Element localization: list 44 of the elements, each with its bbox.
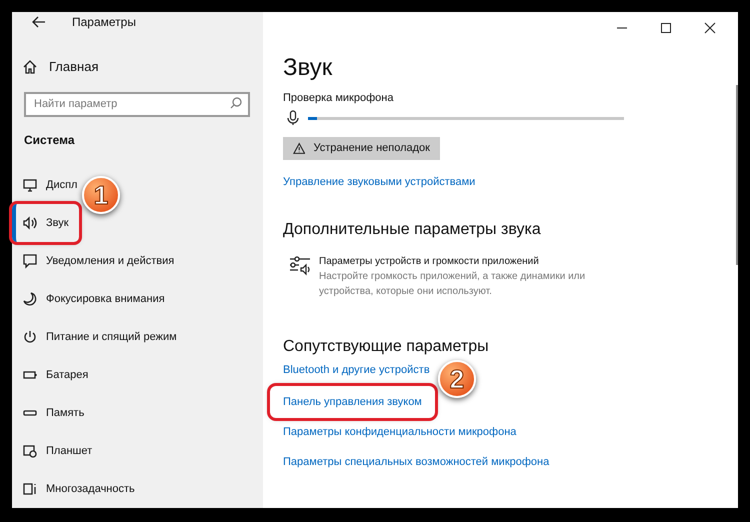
- number-badge: 2: [438, 360, 476, 398]
- sidebar-item[interactable]: Фокусировка внимания: [12, 280, 165, 318]
- sidebar-item[interactable]: Планшет: [12, 432, 92, 470]
- maximize-icon: [660, 22, 672, 34]
- close-icon: [704, 22, 716, 34]
- related-link[interactable]: Параметры конфиденциальности микрофона: [270, 422, 516, 442]
- section-heading: Система: [23, 132, 76, 149]
- speaker-icon: [22, 215, 38, 231]
- sidebar-item[interactable]: Уведомления и действия: [12, 242, 174, 280]
- multitask-icon: [22, 481, 38, 497]
- related-link[interactable]: Панель управления звуком: [270, 386, 435, 418]
- scrollbar[interactable]: [736, 85, 738, 265]
- field-label: Проверка микрофона: [283, 90, 394, 106]
- manage-devices-link[interactable]: Управление звуковыми устройствами: [283, 173, 476, 191]
- sidebar-item[interactable]: Диспл: [12, 166, 78, 204]
- page-title: Звук: [283, 54, 334, 82]
- related-link[interactable]: Bluetooth и другие устройств: [270, 360, 430, 380]
- sidebar-item[interactable]: Питание и спящий режим: [12, 318, 177, 356]
- tablet-icon: [22, 443, 38, 459]
- sidebar-item[interactable]: Память: [12, 394, 84, 432]
- home-link[interactable]: Главная: [12, 48, 98, 86]
- related-link[interactable]: Параметры специальных возможностей микрофона: [270, 452, 550, 472]
- sliders-speaker-icon: [289, 254, 311, 276]
- search-icon: [230, 97, 242, 109]
- sidebar-item[interactable]: Многозадачность: [12, 470, 135, 508]
- power-icon: [22, 329, 38, 345]
- warning-icon: [293, 142, 306, 155]
- sidebar-item[interactable]: Звук: [12, 204, 79, 242]
- number-badge: 1: [82, 176, 120, 214]
- window-title: Параметры: [72, 14, 136, 31]
- home-icon: [22, 59, 38, 75]
- moon-icon: [22, 291, 38, 307]
- app-volume-entry[interactable]: Параметры устройств и громкости приложений Настройте громкость приложений, а также динамики или устройства, которые они используют.: [283, 254, 609, 299]
- entry-title: Параметры устройств и громкости приложений: [319, 255, 540, 269]
- section-heading: Сопутствующие параметры: [283, 337, 490, 357]
- microphone-icon: [287, 110, 299, 126]
- search-field[interactable]: Найти параметр: [24, 92, 250, 116]
- message-icon: [22, 253, 38, 269]
- entry-description: Настройте громкость приложений, а также динамики или устройства, которые они используют.: [319, 270, 586, 299]
- monitor-icon: [22, 177, 38, 193]
- troubleshoot-button[interactable]: Устранение неполадок: [283, 137, 440, 160]
- back-arrow-icon: [32, 16, 46, 28]
- section-heading: Дополнительные параметры звука: [283, 220, 542, 240]
- sidebar-item[interactable]: Батарея: [12, 356, 88, 394]
